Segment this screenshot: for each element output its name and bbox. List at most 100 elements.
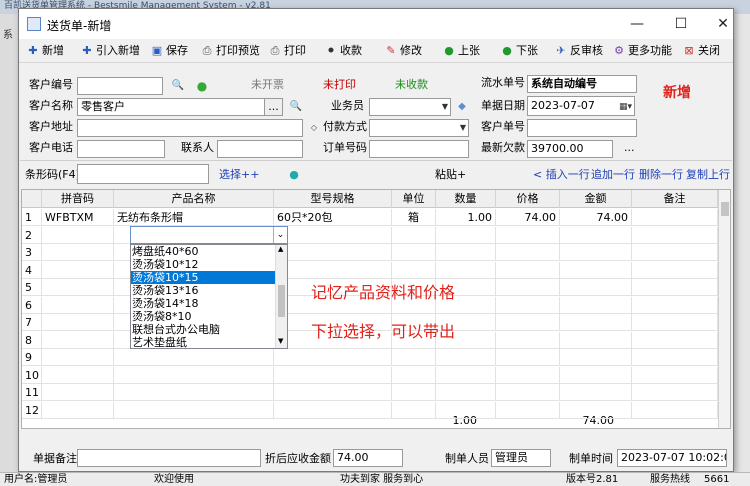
serial-input[interactable]: 系统自动编号 bbox=[527, 75, 637, 93]
scroll-up-icon[interactable]: ▲ bbox=[278, 245, 283, 253]
cell-unit[interactable] bbox=[392, 226, 436, 244]
cell-spec[interactable]: 60只*20包 bbox=[274, 209, 392, 226]
cell-amount[interactable] bbox=[560, 401, 632, 419]
cell-price[interactable] bbox=[496, 296, 560, 314]
grid-header-unit[interactable]: 单位 bbox=[392, 190, 436, 208]
discount-input[interactable]: 74.00 bbox=[333, 449, 403, 467]
cell-price[interactable] bbox=[496, 401, 560, 419]
grid-header-product-name[interactable]: 产品名称 bbox=[114, 190, 274, 208]
cell-unit[interactable] bbox=[392, 244, 436, 261]
cell-spec[interactable] bbox=[274, 349, 392, 366]
customer-name-lookup-icon[interactable]: 🔍 bbox=[289, 100, 303, 114]
cell-unit[interactable] bbox=[392, 384, 436, 401]
cell-remark[interactable] bbox=[632, 244, 718, 261]
grid-header-price[interactable]: 价格 bbox=[496, 190, 560, 208]
cell-quantity[interactable] bbox=[436, 226, 496, 244]
cell-unit[interactable] bbox=[392, 261, 436, 279]
cell-remark[interactable] bbox=[632, 349, 718, 366]
dropdown-option[interactable]: 烫汤袋10*15 bbox=[131, 271, 275, 284]
cell-amount[interactable] bbox=[560, 366, 632, 384]
dropdown-option[interactable]: 艺术垫盘纸 bbox=[131, 336, 275, 348]
cell-amount[interactable] bbox=[560, 244, 632, 261]
cell-pinyin[interactable] bbox=[42, 296, 114, 314]
barcode-input[interactable] bbox=[77, 164, 209, 184]
cell-pinyin[interactable] bbox=[42, 366, 114, 384]
toolbar-next-button[interactable]: ● 下张 bbox=[501, 42, 538, 60]
cell-price[interactable] bbox=[496, 244, 560, 261]
table-row[interactable]: 10 bbox=[22, 366, 718, 384]
cell-price[interactable] bbox=[496, 349, 560, 366]
arrears-input[interactable]: 39700.00 bbox=[527, 140, 613, 158]
cell-pinyin[interactable] bbox=[42, 261, 114, 279]
grid-header-quantity[interactable]: 数量 bbox=[436, 190, 496, 208]
table-row[interactable]: 1 WFBTXM 无纺布条形帽 60只*20包箱 1.00 74.00 74.00 bbox=[22, 209, 718, 226]
cell-amount[interactable] bbox=[560, 261, 632, 279]
cell-price[interactable] bbox=[496, 314, 560, 331]
cell-price[interactable] bbox=[496, 226, 560, 244]
dropdown-option[interactable]: 烤盘纸40*60 bbox=[131, 245, 275, 258]
cell-amount[interactable] bbox=[560, 296, 632, 314]
cell-product-name[interactable] bbox=[114, 384, 274, 401]
scroll-down-icon[interactable]: ▼ bbox=[278, 337, 283, 345]
cell-amount[interactable] bbox=[560, 314, 632, 331]
grid-header-amount[interactable]: 金额 bbox=[560, 190, 632, 208]
customer-status-icon[interactable]: ● bbox=[195, 79, 209, 93]
cell-amount[interactable] bbox=[560, 384, 632, 401]
remark-input[interactable] bbox=[77, 449, 261, 467]
add-row-link[interactable]: 追加一行 bbox=[591, 167, 635, 183]
cell-pinyin[interactable] bbox=[42, 279, 114, 296]
cell-price[interactable] bbox=[496, 261, 560, 279]
cell-unit[interactable] bbox=[392, 401, 436, 419]
cell-pinyin[interactable] bbox=[42, 349, 114, 366]
delete-row-link[interactable]: 删除一行 bbox=[639, 167, 683, 183]
dropdown-option[interactable]: 烫汤袋10*12 bbox=[131, 258, 275, 271]
table-row[interactable]: 3 bbox=[22, 244, 718, 261]
minimize-button[interactable]: — bbox=[623, 14, 651, 34]
grid-header-row-number[interactable] bbox=[22, 190, 42, 208]
customer-lookup-icon[interactable]: 🔍 bbox=[171, 79, 185, 93]
cell-pinyin[interactable] bbox=[42, 314, 114, 331]
table-row[interactable]: 12 bbox=[22, 401, 718, 419]
product-dropdown-list[interactable]: ▲ ▼ 烤盘纸40*60 烫汤袋10*12 烫汤袋10*15 烫汤袋13*16 烫汤袋1… bbox=[130, 244, 288, 349]
toolbar-edit-button[interactable]: ✎ 修改 bbox=[385, 42, 422, 60]
cell-price[interactable] bbox=[496, 384, 560, 401]
cell-remark[interactable] bbox=[632, 261, 718, 279]
salesman-eraser-icon[interactable]: ◆ bbox=[455, 100, 469, 114]
table-row[interactable]: 2 bbox=[22, 226, 718, 244]
customer-name-input[interactable]: 零售客户 bbox=[77, 98, 283, 116]
cell-remark[interactable] bbox=[632, 209, 718, 226]
product-grid[interactable]: 拼音码 产品名称 型号规格 单位 数量 价格 金额 备注 1.00 74.00 1 WFBTXM… bbox=[21, 189, 731, 429]
cell-spec[interactable] bbox=[274, 226, 392, 244]
cell-spec[interactable] bbox=[274, 366, 392, 384]
customer-phone-input[interactable] bbox=[77, 140, 165, 158]
cell-quantity[interactable]: 1.00 bbox=[436, 209, 496, 226]
toolbar-print-preview-button[interactable]: ⎙ 打印预览 bbox=[201, 42, 260, 60]
table-row[interactable]: 9 bbox=[22, 349, 718, 366]
toolbar-prev-button[interactable]: ● 上张 bbox=[443, 42, 480, 60]
cell-remark[interactable] bbox=[632, 296, 718, 314]
cell-price[interactable] bbox=[496, 331, 560, 349]
maximize-button[interactable]: ☐ bbox=[667, 14, 695, 34]
table-row[interactable]: 11 bbox=[22, 384, 718, 401]
cell-product-name[interactable] bbox=[114, 401, 274, 419]
dropdown-option[interactable]: 烫汤袋13*16 bbox=[131, 284, 275, 297]
grid-scrollbar[interactable] bbox=[718, 190, 730, 428]
cell-pinyin[interactable] bbox=[42, 331, 114, 349]
cell-spec[interactable] bbox=[274, 244, 392, 261]
chevron-down-icon[interactable]: ⌄ bbox=[273, 227, 287, 243]
cell-quantity[interactable] bbox=[436, 244, 496, 261]
cell-quantity[interactable] bbox=[436, 366, 496, 384]
maker-input[interactable]: 管理员 bbox=[491, 449, 551, 467]
cell-price[interactable] bbox=[496, 366, 560, 384]
order-no-input[interactable] bbox=[369, 140, 469, 158]
cell-product-name[interactable] bbox=[114, 349, 274, 366]
toolbar-print-button[interactable]: ⎙ 打印 bbox=[269, 42, 306, 60]
cell-price[interactable] bbox=[496, 279, 560, 296]
copy-row-link[interactable]: 复制上行 bbox=[686, 167, 730, 183]
cell-amount[interactable]: 74.00 bbox=[560, 209, 632, 226]
cell-remark[interactable] bbox=[632, 226, 718, 244]
product-name-combo[interactable]: ⌄ bbox=[130, 226, 288, 244]
cell-quantity[interactable] bbox=[436, 349, 496, 366]
cell-pinyin[interactable] bbox=[42, 226, 114, 244]
address-diamond-icon[interactable]: ◇ bbox=[307, 121, 321, 135]
